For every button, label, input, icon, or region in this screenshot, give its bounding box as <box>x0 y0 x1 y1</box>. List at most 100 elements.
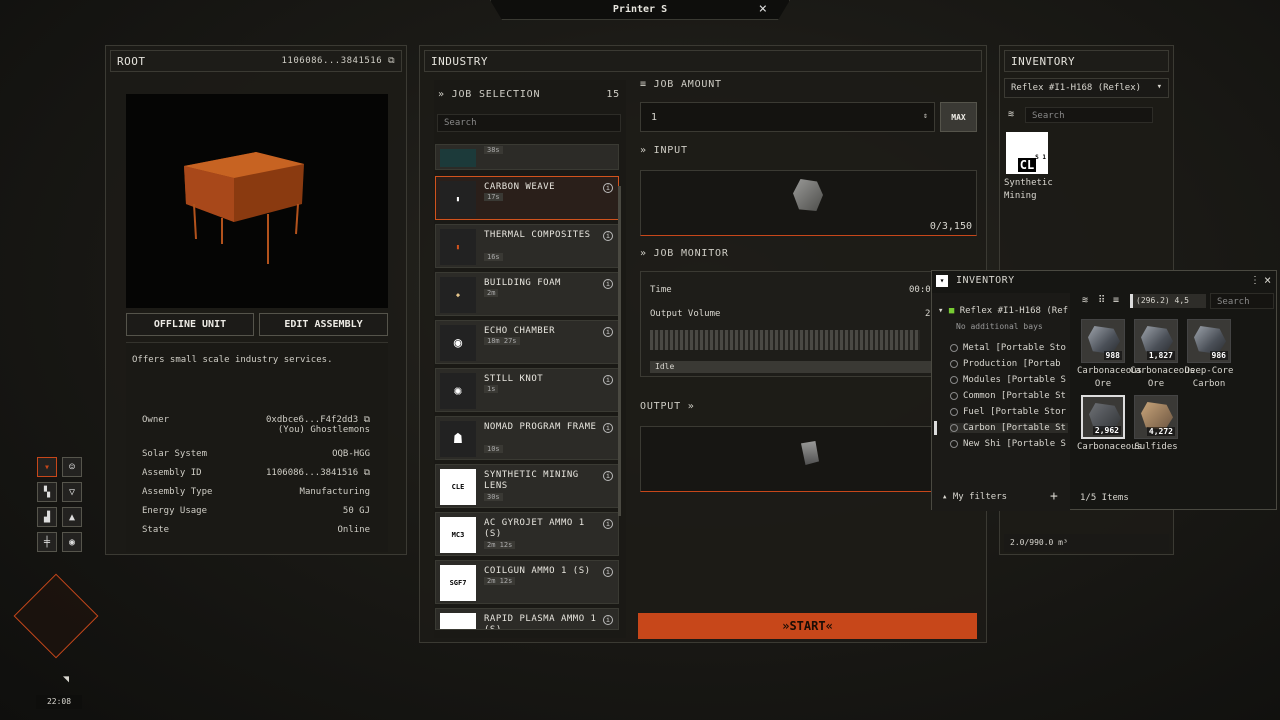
job-name: THERMAL COMPOSITES <box>484 230 591 240</box>
industry-title: INDUSTRY <box>431 54 488 68</box>
job-item-carbon-weave[interactable]: ▮ CARBON WEAVE 17s i <box>435 176 619 220</box>
inventory-cell-sulfides[interactable]: 4,272 <box>1134 395 1178 439</box>
output-slot[interactable] <box>640 426 977 492</box>
grid-hud-icon[interactable]: ▚ <box>37 482 57 502</box>
window-titlebar: Printer S × <box>490 0 790 20</box>
ship-icon: ■ <box>948 306 955 316</box>
output-volume-label: Output Volume <box>650 309 721 319</box>
inventory-cell-carbonaceous-ore-1[interactable]: 988 <box>1081 319 1125 363</box>
info-icon[interactable]: i <box>603 567 613 577</box>
my-filters-toggle[interactable]: ▴ My filters <box>942 492 1007 502</box>
job-item-nomad-program-frame[interactable]: ☗ NOMAD PROGRAM FRAME 10s i <box>435 416 619 460</box>
info-icon[interactable]: i <box>603 375 613 385</box>
inventory-cell-carbonaceous-ore-2[interactable]: 1,827 <box>1134 319 1178 363</box>
inventory-search-input[interactable]: Search <box>1025 107 1153 123</box>
input-slot[interactable]: 0/3,150 <box>640 170 977 236</box>
copy-icon[interactable]: ⧉ <box>364 415 370 425</box>
ship-tree-item[interactable]: ▾ ■ Reflex #I1-H168 (Ref <box>938 306 1070 316</box>
job-item-coilgun-ammo[interactable]: SGF7 COILGUN AMMO 1 (S) 2m 12s i <box>435 560 619 604</box>
job-item-building-foam[interactable]: ◆ BUILDING FOAM 2m i <box>435 272 619 316</box>
cell-quantity: 988 <box>1103 351 1122 360</box>
info-icon[interactable]: i <box>603 327 613 337</box>
job-item-echo-chamber[interactable]: ◉ ECHO CHAMBER 18m 27s i <box>435 320 619 364</box>
job-name: RAPID PLASMA AMMO 1 (S) <box>484 614 597 630</box>
more-icon[interactable]: ⋮ <box>1250 275 1260 286</box>
upload-hud-icon[interactable]: ▲ <box>62 507 82 527</box>
close-icon[interactable]: × <box>759 1 767 17</box>
inventory-cell-deep-core-carbon[interactable]: 986 <box>1187 319 1231 363</box>
layers-icon[interactable]: ≋ <box>1008 109 1014 120</box>
list-view-icon[interactable]: ≡ <box>1113 295 1119 306</box>
industry-panel: INDUSTRY » JOB SELECTION 15 Search 38s ▮… <box>419 45 987 643</box>
triangle-hud-icon[interactable]: ▽ <box>62 482 82 502</box>
info-icon[interactable]: i <box>603 423 613 433</box>
job-item-rapid-plasma-ammo[interactable]: RAPID PLASMA AMMO 1 (S) i <box>435 608 619 630</box>
floating-search-input[interactable]: Search <box>1210 293 1274 309</box>
close-icon[interactable]: × <box>1264 273 1271 287</box>
job-item-still-knot[interactable]: ✺ STILL KNOT 1s i <box>435 368 619 412</box>
filter-hud-icon[interactable]: ▾ <box>37 457 57 477</box>
mining-lens-icon: CLE <box>440 469 476 505</box>
building-foam-icon: ◆ <box>440 277 476 313</box>
cell-label: Sulfides <box>1134 442 1178 452</box>
info-icon[interactable]: i <box>603 183 613 193</box>
info-icon[interactable]: i <box>603 471 613 481</box>
copy-icon[interactable]: ⧉ <box>388 56 395 66</box>
job-item-partial[interactable]: 38s <box>435 144 619 170</box>
filter-carbon[interactable]: Carbon [Portable St <box>950 423 1068 433</box>
job-list-scrollbar[interactable] <box>618 186 621 516</box>
start-button[interactable]: » START « <box>638 613 977 639</box>
still-knot-icon: ✺ <box>440 373 476 409</box>
filter-metal[interactable]: Metal [Portable Sto <box>950 343 1068 353</box>
filter-production[interactable]: Production [Portab <box>950 359 1068 369</box>
inventory-dropdown[interactable]: Reflex #I1-H168 (Reflex) ▾ <box>1004 78 1169 98</box>
job-time: 2m 12s <box>484 541 516 549</box>
max-button[interactable]: MAX <box>940 102 977 132</box>
job-search-input[interactable]: Search <box>437 114 621 132</box>
job-time: 2m <box>484 289 499 297</box>
no-bays-label: No additional bays <box>956 322 1043 331</box>
edit-assembly-button[interactable]: EDIT ASSEMBLY <box>259 313 388 336</box>
nomad-frame-icon: ☗ <box>440 421 476 457</box>
job-item-ac-gyrojet-ammo[interactable]: MC3 AC GYROJET AMMO 1 (S) 2m 12s i <box>435 512 619 556</box>
filter-sidebar: ▾ ■ Reflex #I1-H168 (Ref No additional b… <box>932 293 1070 511</box>
chevron-down-icon[interactable]: ▾ <box>936 275 948 287</box>
inventory-cell-carbonaceous[interactable]: 2,962 <box>1081 395 1125 439</box>
signal-icon[interactable]: ◥ <box>63 674 69 685</box>
chart-hud-icon[interactable]: ▟ <box>37 507 57 527</box>
filter-fuel[interactable]: Fuel [Portable Stor <box>950 407 1068 417</box>
disc-hud-icon[interactable]: ◉ <box>62 532 82 552</box>
prop-energy-usage: Energy Usage 50 GJ <box>142 506 370 516</box>
grid-view-icon[interactable]: ⠿ <box>1098 295 1105 306</box>
job-icon <box>440 149 476 167</box>
plasma-ammo-icon <box>440 613 476 629</box>
stepper-icon[interactable]: ⇕ <box>923 111 928 120</box>
job-item-synthetic-mining-lens[interactable]: CLE SYNTHETIC MINING LENS 30s i <box>435 464 619 508</box>
filter-modules[interactable]: Modules [Portable S <box>950 375 1068 385</box>
ore-icon <box>1141 402 1173 430</box>
info-icon[interactable]: i <box>603 615 613 625</box>
industry-header: INDUSTRY <box>424 50 982 72</box>
add-filter-icon[interactable]: + <box>1050 489 1058 504</box>
echo-chamber-icon: ◉ <box>440 325 476 361</box>
info-icon[interactable]: i <box>603 279 613 289</box>
filter-new-shi[interactable]: New Shi [Portable S <box>950 439 1068 449</box>
profile-hud-icon[interactable]: ☺ <box>62 457 82 477</box>
inventory-capacity: 2.0/990.0 m³ <box>1004 534 1169 552</box>
job-name: COILGUN AMMO 1 (S) <box>484 566 591 576</box>
job-amount-input[interactable]: 1 ⇕ <box>640 102 935 132</box>
offline-unit-button[interactable]: OFFLINE UNIT <box>126 313 254 336</box>
cell-quantity: 986 <box>1209 351 1228 360</box>
assembly-viewer[interactable] <box>126 94 388 308</box>
tool-hud-icon[interactable]: ╪ <box>37 532 57 552</box>
job-count: 15 <box>606 89 620 100</box>
job-name: STILL KNOT <box>484 374 544 384</box>
root-header: ROOT 1106086...3841516 ⧉ <box>110 50 402 72</box>
info-icon[interactable]: i <box>603 231 613 241</box>
layers-icon[interactable]: ≋ <box>1082 295 1088 306</box>
info-icon[interactable]: i <box>603 519 613 529</box>
copy-icon[interactable]: ⧉ <box>364 468 370 478</box>
job-item-thermal-composites[interactable]: ▮ THERMAL COMPOSITES 16s i <box>435 224 619 268</box>
filter-common[interactable]: Common [Portable St <box>950 391 1068 401</box>
synthetic-mining-item[interactable]: CL S 1 <box>1006 132 1048 174</box>
